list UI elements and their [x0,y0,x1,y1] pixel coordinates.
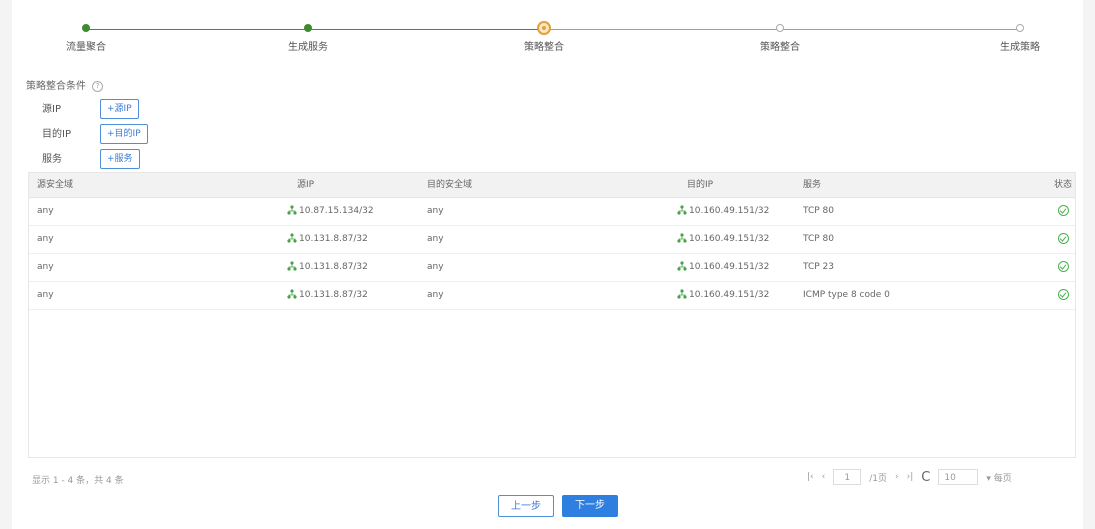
policy-table: 源安全域 源IP 目的安全域 目的IP 服务 状态 any 10.87.15.1… [28,172,1076,458]
cell-service: TCP 23 [803,262,834,272]
step-4: 策略整合 [720,24,840,53]
cell-src-ip-text: 10.87.15.134/32 [299,206,374,216]
check-circle-icon [1058,205,1069,216]
cell-src-zone: any [37,234,54,244]
network-icon [677,260,687,271]
page-size-select[interactable]: 10 [938,469,979,485]
cell-src-ip: 10.131.8.87/32 [287,254,368,281]
column-header-status[interactable]: 状态 [1054,173,1072,197]
cell-src-ip: 10.87.15.134/32 [287,198,374,225]
cell-src-ip: 10.131.8.87/32 [287,282,368,309]
check-circle-icon [1058,289,1069,300]
add-dst-ip-button[interactable]: +目的IP [100,124,148,144]
column-header-dst-ip[interactable]: 目的IP [687,173,713,197]
prev-step-button[interactable]: 上一步 [498,495,554,517]
cell-src-zone: any [37,206,54,216]
step-progress: 流量聚合 生成服务 策略整合 策略整合 生成策略 [12,12,1083,62]
cell-service: TCP 80 [803,234,834,244]
help-icon[interactable]: ? [92,80,103,92]
table-header: 源安全域 源IP 目的安全域 目的IP 服务 状态 [29,173,1075,198]
network-icon [677,204,687,215]
cell-dst-ip-text: 10.160.49.151/32 [689,206,770,216]
step-current-icon [537,21,551,35]
next-step-button[interactable]: 下一步 [562,495,618,517]
add-src-ip-button[interactable]: +源IP [100,99,139,119]
step-label: 生成策略 [1000,42,1040,53]
cell-src-ip-text: 10.131.8.87/32 [299,290,368,300]
next-page-icon[interactable]: › [895,472,899,482]
cell-status [1058,226,1069,253]
cell-dst-ip: 10.160.49.151/32 [677,198,769,225]
cell-src-zone: any [37,262,54,272]
condition-row-dst-ip: 目的IP +目的IP [42,124,148,144]
column-header-service[interactable]: 服务 [803,173,821,197]
cell-service: TCP 80 [803,206,834,216]
cell-src-ip: 10.131.8.87/32 [287,226,368,253]
cell-status [1058,198,1069,225]
step-pending-icon [776,24,784,32]
table-row[interactable]: any 10.131.8.87/32 any 10.160.49.151/32 … [29,282,1075,310]
conditions-title-text: 策略整合条件 [26,81,86,92]
pagination-info: 显示 1 - 4 条，共 4 条 [32,476,124,486]
step-1: 流量聚合 [26,24,146,53]
cell-dst-ip: 10.160.49.151/32 [677,226,769,253]
step-done-icon [82,24,90,32]
table-row[interactable]: any 10.131.8.87/32 any 10.160.49.151/32 … [29,226,1075,254]
condition-row-src-ip: 源IP +源IP [42,99,139,119]
pagination: |‹ ‹ 1 /1页 › ›| C 10 ▾ 每页 [807,466,1012,488]
cell-src-ip-text: 10.131.8.87/32 [299,234,368,244]
network-icon [287,204,297,215]
cell-src-zone: any [37,290,54,300]
condition-label: 目的IP [42,129,71,140]
network-icon [677,288,687,299]
check-circle-icon [1058,233,1069,244]
step-5: 生成策略 [960,24,1080,53]
step-label: 策略整合 [524,42,564,53]
cell-dst-ip-text: 10.160.49.151/32 [689,262,770,272]
step-label: 策略整合 [760,42,800,53]
workflow-page: 流量聚合 生成服务 策略整合 策略整合 生成策略 策略整合条件? 源IP +源IP… [12,0,1083,529]
total-pages: /1页 [869,473,888,484]
cell-dst-zone: any [427,206,444,216]
column-header-src-zone[interactable]: 源安全域 [37,173,73,197]
cell-status [1058,282,1069,309]
network-icon [677,232,687,243]
network-icon [287,260,297,271]
cell-status [1058,254,1069,281]
table-row[interactable]: any 10.131.8.87/32 any 10.160.49.151/32 … [29,254,1075,282]
condition-row-service: 服务 +服务 [42,149,140,169]
conditions-title: 策略整合条件? [26,77,103,92]
step-pending-icon [1016,24,1024,32]
first-page-icon[interactable]: |‹ [807,472,814,482]
step-done-icon [304,24,312,32]
cell-dst-zone: any [427,234,444,244]
network-icon [287,288,297,299]
cell-dst-ip: 10.160.49.151/32 [677,254,769,281]
network-icon [287,232,297,243]
column-header-src-ip[interactable]: 源IP [297,173,314,197]
cell-dst-ip-text: 10.160.49.151/32 [689,290,770,300]
cell-dst-zone: any [427,290,444,300]
refresh-icon[interactable]: C [921,470,930,485]
page-number-input[interactable]: 1 [833,469,862,485]
cell-service: ICMP type 8 code 0 [803,290,890,300]
last-page-icon[interactable]: ›| [907,472,914,482]
condition-label: 源IP [42,104,61,115]
prev-page-icon[interactable]: ‹ [822,472,826,482]
column-header-dst-zone[interactable]: 目的安全域 [427,173,472,197]
step-3: 策略整合 [484,21,604,53]
check-circle-icon [1058,261,1069,272]
step-2: 生成服务 [248,24,368,53]
cell-dst-zone: any [427,262,444,272]
add-service-button[interactable]: +服务 [100,149,140,169]
cell-src-ip-text: 10.131.8.87/32 [299,262,368,272]
cell-dst-ip: 10.160.49.151/32 [677,282,769,309]
step-label: 流量聚合 [66,42,106,53]
cell-dst-ip-text: 10.160.49.151/32 [689,234,770,244]
table-row[interactable]: any 10.87.15.134/32 any 10.160.49.151/32… [29,198,1075,226]
condition-label: 服务 [42,154,62,165]
per-page-label[interactable]: ▾ 每页 [986,471,1011,484]
step-label: 生成服务 [288,42,328,53]
